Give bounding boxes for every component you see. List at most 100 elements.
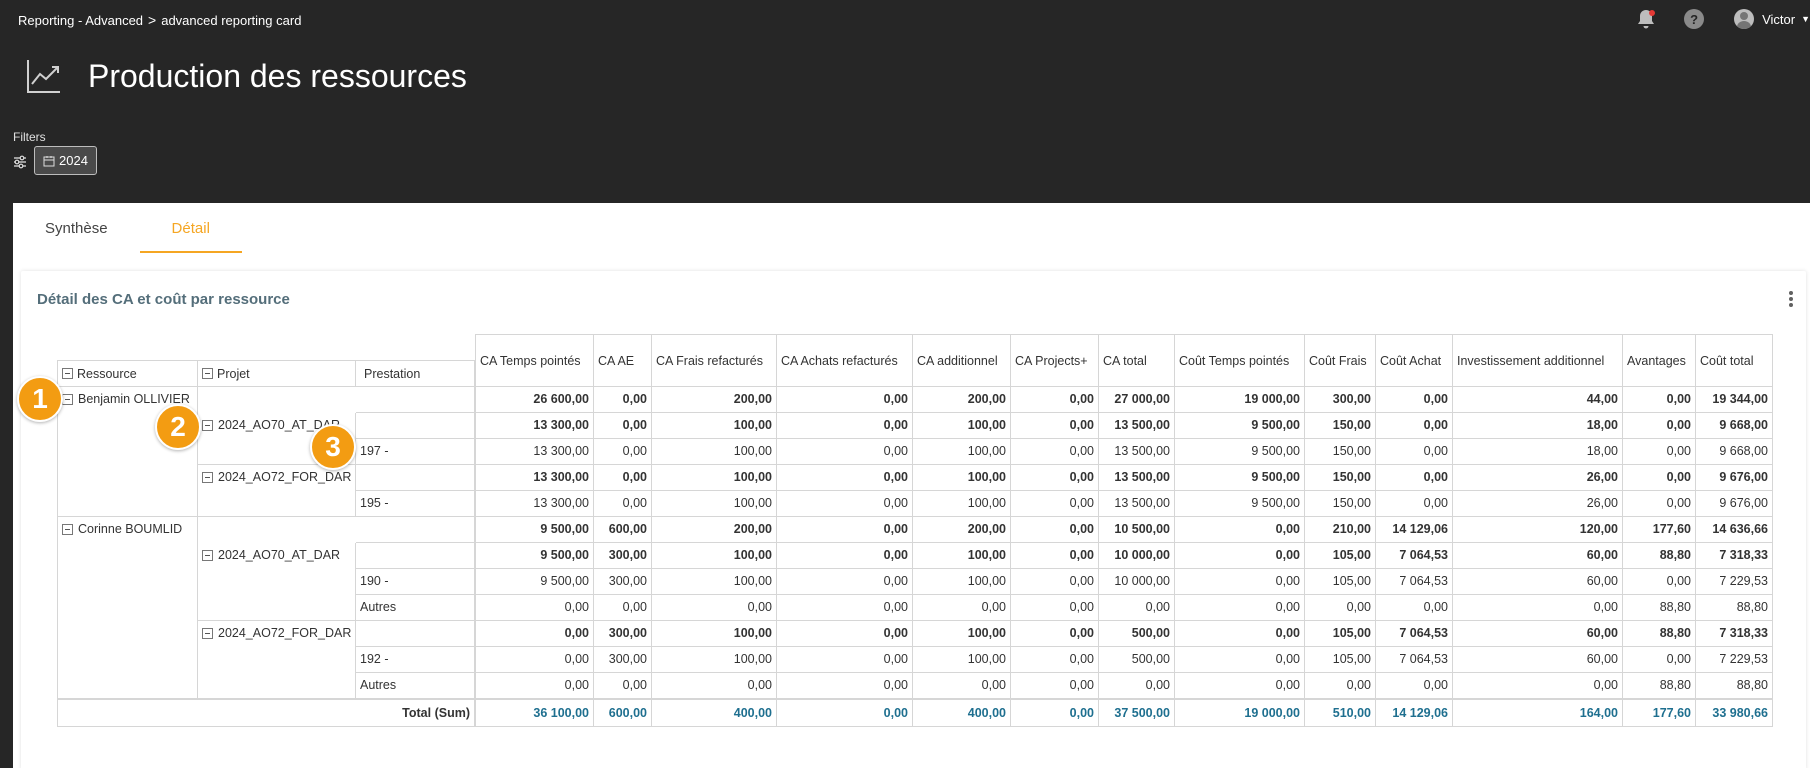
column-header[interactable]: CA Projects+ xyxy=(1011,334,1099,387)
value-cell: 0,00 xyxy=(1376,387,1453,413)
value: 7 318,33 xyxy=(1719,626,1768,640)
column-header[interactable]: Coût Frais xyxy=(1305,334,1376,387)
more-options-icon[interactable] xyxy=(1786,289,1796,309)
column-header[interactable]: CA Temps pointés xyxy=(475,334,594,387)
prestation-label: 190 - xyxy=(360,574,389,588)
value-cell: 100,00 xyxy=(913,543,1011,569)
value: 150,00 xyxy=(1332,496,1371,510)
value: 10 000,00 xyxy=(1114,574,1170,588)
value-cell: 150,00 xyxy=(1305,439,1376,465)
value: 88,80 xyxy=(1659,678,1691,692)
chevron-down-icon: ▼ xyxy=(1801,14,1810,24)
filter-settings-icon[interactable] xyxy=(13,155,27,169)
total-value: 164,00 xyxy=(1579,706,1618,720)
value: 7 064,53 xyxy=(1399,548,1448,562)
total-value-cell: 19 000,00 xyxy=(1175,699,1305,727)
value: 88,80 xyxy=(1736,600,1768,614)
value: 0,00 xyxy=(1069,626,1094,640)
value: 177,60 xyxy=(1652,522,1691,536)
marker-1: 1 xyxy=(17,376,63,422)
value: 13 500,00 xyxy=(1114,418,1170,432)
column-header[interactable]: CA Achats refacturés xyxy=(777,334,913,387)
column-header[interactable]: Coût total xyxy=(1696,334,1773,387)
column-header[interactable]: Investissement additionnel xyxy=(1453,334,1623,387)
total-label: Total (Sum) xyxy=(402,706,470,720)
value-cell: 0,00 xyxy=(1011,673,1099,699)
value: 9 676,00 xyxy=(1719,496,1768,510)
column-header[interactable]: Coût Temps pointés xyxy=(1175,334,1305,387)
value-cell: 100,00 xyxy=(913,491,1011,517)
help-icon[interactable]: ? xyxy=(1684,9,1705,29)
value: 0,00 xyxy=(1423,496,1448,510)
value-cell: 0,00 xyxy=(475,621,594,647)
value: 0,00 xyxy=(1423,600,1448,614)
collapse-toggle-icon[interactable] xyxy=(202,550,213,561)
total-value-cell: 0,00 xyxy=(777,699,913,727)
value-cell: 0,00 xyxy=(777,517,913,543)
value: 0,00 xyxy=(747,678,772,692)
value-cell: 177,60 xyxy=(1623,517,1696,543)
prestation-cell: 197 - xyxy=(356,439,475,465)
value-cell: 0,00 xyxy=(1376,491,1453,517)
collapse-toggle-icon[interactable] xyxy=(202,472,213,483)
value: 26 600,00 xyxy=(533,392,589,406)
value: 13 500,00 xyxy=(1114,470,1170,484)
tab-synthese[interactable]: Synthèse xyxy=(13,203,140,253)
year-filter-chip[interactable]: 2024 xyxy=(34,146,97,175)
value: 13 500,00 xyxy=(1114,496,1170,510)
value-cell: 0,00 xyxy=(777,569,913,595)
value: 0,00 xyxy=(622,600,647,614)
value-cell: 105,00 xyxy=(1305,621,1376,647)
total-value: 37 500,00 xyxy=(1114,706,1170,720)
collapse-toggle-icon[interactable] xyxy=(202,628,213,639)
value-cell: 0,00 xyxy=(1011,621,1099,647)
page-title: Production des ressources xyxy=(88,57,467,94)
value: 100,00 xyxy=(967,548,1006,562)
column-header[interactable]: Avantages xyxy=(1623,334,1696,387)
total-value: 19 000,00 xyxy=(1244,706,1300,720)
projet-cell: 2024_AO72_FOR_DAR xyxy=(198,621,356,699)
user-name: Victor xyxy=(1762,11,1796,27)
collapse-toggle-icon[interactable] xyxy=(202,368,213,379)
column-header-label: CA Frais refacturés xyxy=(656,353,763,368)
value-cell: 0,00 xyxy=(594,439,652,465)
value-cell: 0,00 xyxy=(594,673,652,699)
value-cell: 0,00 xyxy=(777,673,913,699)
column-header[interactable]: CA AE xyxy=(594,334,652,387)
value: 0,00 xyxy=(1423,444,1448,458)
total-value: 400,00 xyxy=(733,706,772,720)
value: 0,00 xyxy=(622,418,647,432)
value-cell: 14 636,66 xyxy=(1696,517,1773,543)
value-cell: 600,00 xyxy=(594,517,652,543)
column-header[interactable]: CA additionnel xyxy=(913,334,1011,387)
total-value: 33 980,66 xyxy=(1712,706,1768,720)
value: 0,00 xyxy=(1145,600,1170,614)
value: 0,00 xyxy=(1069,522,1094,536)
prestation-cell xyxy=(356,517,475,543)
top-right-actions: ? Victor ▼ xyxy=(1636,8,1810,30)
notifications-bell-icon[interactable] xyxy=(1636,8,1656,30)
collapse-toggle-icon[interactable] xyxy=(202,420,213,431)
value-cell: 0,00 xyxy=(1099,673,1175,699)
value: 13 300,00 xyxy=(533,496,589,510)
column-header[interactable]: CA total xyxy=(1099,334,1175,387)
total-value-cell: 600,00 xyxy=(594,699,652,727)
breadcrumb-parent[interactable]: Reporting - Advanced xyxy=(18,13,143,28)
column-header[interactable]: Coût Achat xyxy=(1376,334,1453,387)
value-cell: 0,00 xyxy=(652,595,777,621)
prestation-label: Autres xyxy=(360,600,397,614)
value-cell: 300,00 xyxy=(594,543,652,569)
value: 9 500,00 xyxy=(540,574,589,588)
value: 0,00 xyxy=(883,678,908,692)
collapse-toggle-icon[interactable] xyxy=(62,524,73,535)
collapse-toggle-icon[interactable] xyxy=(62,394,73,405)
user-menu[interactable]: Victor ▼ xyxy=(1734,9,1810,29)
collapse-toggle-icon[interactable] xyxy=(62,368,73,379)
prestation-cell: 192 - xyxy=(356,647,475,673)
ressource-cell: Corinne BOUMLID xyxy=(57,517,198,699)
value: 27 000,00 xyxy=(1114,392,1170,406)
column-header[interactable]: CA Frais refacturés xyxy=(652,334,777,387)
tab-detail[interactable]: Détail xyxy=(139,203,243,253)
value: 200,00 xyxy=(733,522,772,536)
value: 150,00 xyxy=(1332,444,1371,458)
